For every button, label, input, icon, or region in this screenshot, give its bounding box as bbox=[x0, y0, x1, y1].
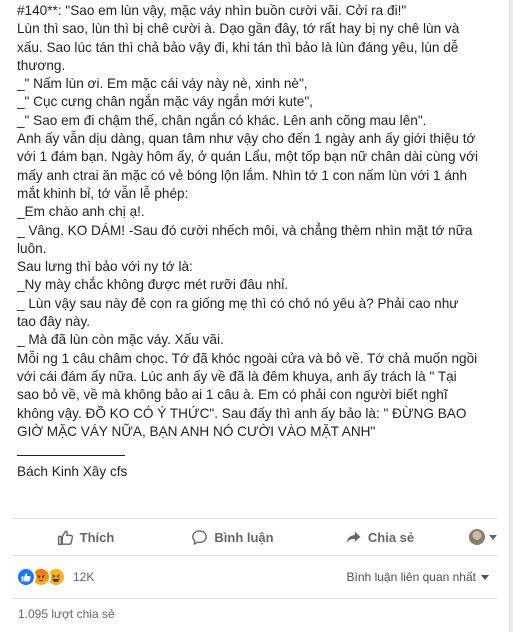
share-count[interactable]: 1.095 lượt chia sẻ bbox=[18, 607, 115, 621]
post-line: sao bỏ về, về mà không bảo ai 1 câu à. E… bbox=[17, 387, 448, 403]
post-lines: #140**: "Sao em lùn vậy, mặc váy nhìn bu… bbox=[17, 2, 505, 441]
share-count-row: 1.095 lượt chia sẻ bbox=[12, 598, 497, 629]
post-as-selector[interactable] bbox=[453, 529, 497, 545]
like-button[interactable]: Thích bbox=[12, 529, 159, 546]
post-line: thương. bbox=[17, 57, 66, 73]
post-line: mấy anh ctrai ăn mặc có vẻ bóng lộn lắm.… bbox=[17, 167, 468, 183]
comment-sort-label: Bình luận liên quan nhất bbox=[346, 570, 476, 584]
post-body: #140**: "Sao em lùn vậy, mặc váy nhìn bu… bbox=[17, 2, 505, 482]
avatar bbox=[469, 529, 485, 545]
post-line: _ Vâng. KO DÁM! -Sau đó cười nhếch môi, … bbox=[17, 222, 473, 238]
post-line: GIỜ MẶC VÁY NỮA, BẠN ANH NÓ CƯỜI VÀO MẶT… bbox=[17, 423, 376, 439]
reaction-icons[interactable] bbox=[16, 567, 66, 587]
post-card: #140**: "Sao em lùn vậy, mặc váy nhìn bu… bbox=[0, 0, 510, 632]
post-line: với 1 đám bạn. Ngày hôm ấy, ở quán Lẩu, … bbox=[17, 149, 479, 165]
comment-button[interactable]: Bình luận bbox=[159, 529, 306, 546]
thumbs-up-icon bbox=[57, 530, 73, 545]
post-line: mắt khinh bỉ, tớ vẫn lễ phép: bbox=[17, 185, 189, 201]
post-line: _Ny mày chắc không được mét rưỡi đâu nhỉ… bbox=[17, 277, 289, 293]
post-line: Anh ấy vẫn dịu dàng, quan tâm như vậy ch… bbox=[17, 131, 476, 147]
like-label: Thích bbox=[79, 529, 115, 545]
post-line: _" Nấm lùn ơi. Em mặc cái váy này nè, xi… bbox=[17, 76, 308, 92]
post-line: với cái đám ấy nữa. Lúc anh ấy về đã là … bbox=[17, 368, 457, 384]
post-line: _Em chào anh chị ạ!. bbox=[17, 204, 145, 220]
reaction-count[interactable]: 12K bbox=[73, 570, 94, 584]
comment-sort-dropdown[interactable]: Bình luận liên quan nhất bbox=[347, 570, 489, 584]
share-button[interactable]: Chia sẻ bbox=[306, 529, 453, 546]
post-action-bar: Thích Bình luận Chia sẻ bbox=[12, 518, 497, 556]
post-line: Lùn thì sao, lùn thì bị chê cười à. Dạo … bbox=[17, 21, 460, 37]
chevron-down-icon bbox=[489, 534, 497, 540]
like-icon bbox=[16, 567, 36, 587]
signature-divider bbox=[17, 455, 125, 457]
post-line: _ Lùn vậy sau này đẻ con ra giống mẹ thì… bbox=[17, 295, 459, 311]
post-line: #140**: "Sao em lùn vậy, mặc váy nhìn bu… bbox=[17, 3, 407, 18]
post-line: _ Mà đã lùn còn mặc váy. Xấu vãi. bbox=[17, 332, 224, 348]
post-line: xấu. Sao lúc tán thì chả bảo vậy đi, khi… bbox=[17, 39, 459, 55]
post-signature: Bách Kinh Xây cfs bbox=[17, 464, 128, 480]
post-line: Mỗi ng 1 câu châm chọc. Tớ đã khóc ngoài… bbox=[17, 350, 478, 366]
comment-icon bbox=[192, 529, 208, 545]
post-line: _" Cục cưng chân ngắn mặc váy ngắn mới k… bbox=[17, 94, 313, 110]
post-line: _" Sao em đi chậm thế, chân ngắn có khác… bbox=[17, 112, 427, 128]
post-line: luôn. bbox=[17, 240, 47, 256]
comment-label: Bình luận bbox=[214, 529, 274, 545]
share-arrow-icon bbox=[346, 531, 361, 543]
post-line: Sau lưng thì bảo với ny tớ là: bbox=[17, 259, 193, 275]
post-line: tao đây này. bbox=[17, 314, 91, 330]
share-label: Chia sẻ bbox=[367, 529, 415, 545]
reactions-bar: 12K Bình luận liên quan nhất bbox=[16, 566, 489, 588]
chevron-down-icon bbox=[481, 574, 489, 580]
post-line: không vậy. ĐỒ KO CÓ Ý THỨC". Sau đấy thì… bbox=[17, 405, 467, 421]
